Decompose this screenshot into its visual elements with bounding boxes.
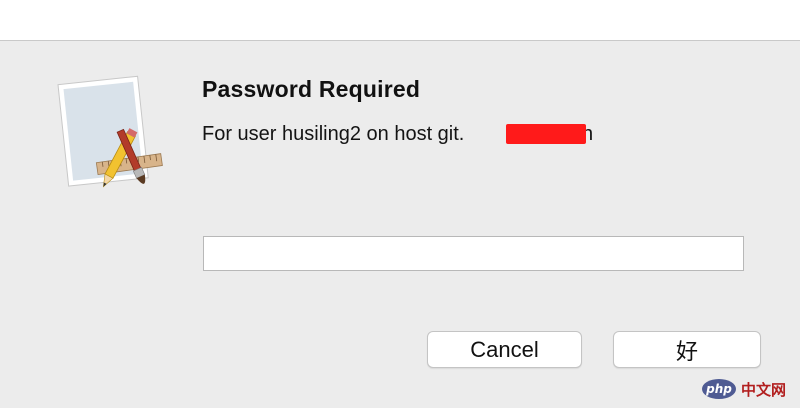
dialog-title: Password Required bbox=[202, 76, 421, 102]
window-top-edge bbox=[0, 0, 800, 40]
watermark: php 中文网 bbox=[702, 375, 796, 403]
php-logo-icon: php bbox=[702, 379, 736, 399]
password-input[interactable] bbox=[203, 236, 744, 271]
watermark-text: 中文网 bbox=[741, 380, 787, 399]
redaction-bar bbox=[506, 124, 586, 144]
ok-button[interactable]: 好 bbox=[613, 331, 761, 368]
cancel-button[interactable]: Cancel bbox=[427, 331, 582, 368]
script-editor-icon bbox=[55, 70, 170, 195]
dialog-message-prefix: For user husiling2 on host git. bbox=[202, 123, 465, 145]
